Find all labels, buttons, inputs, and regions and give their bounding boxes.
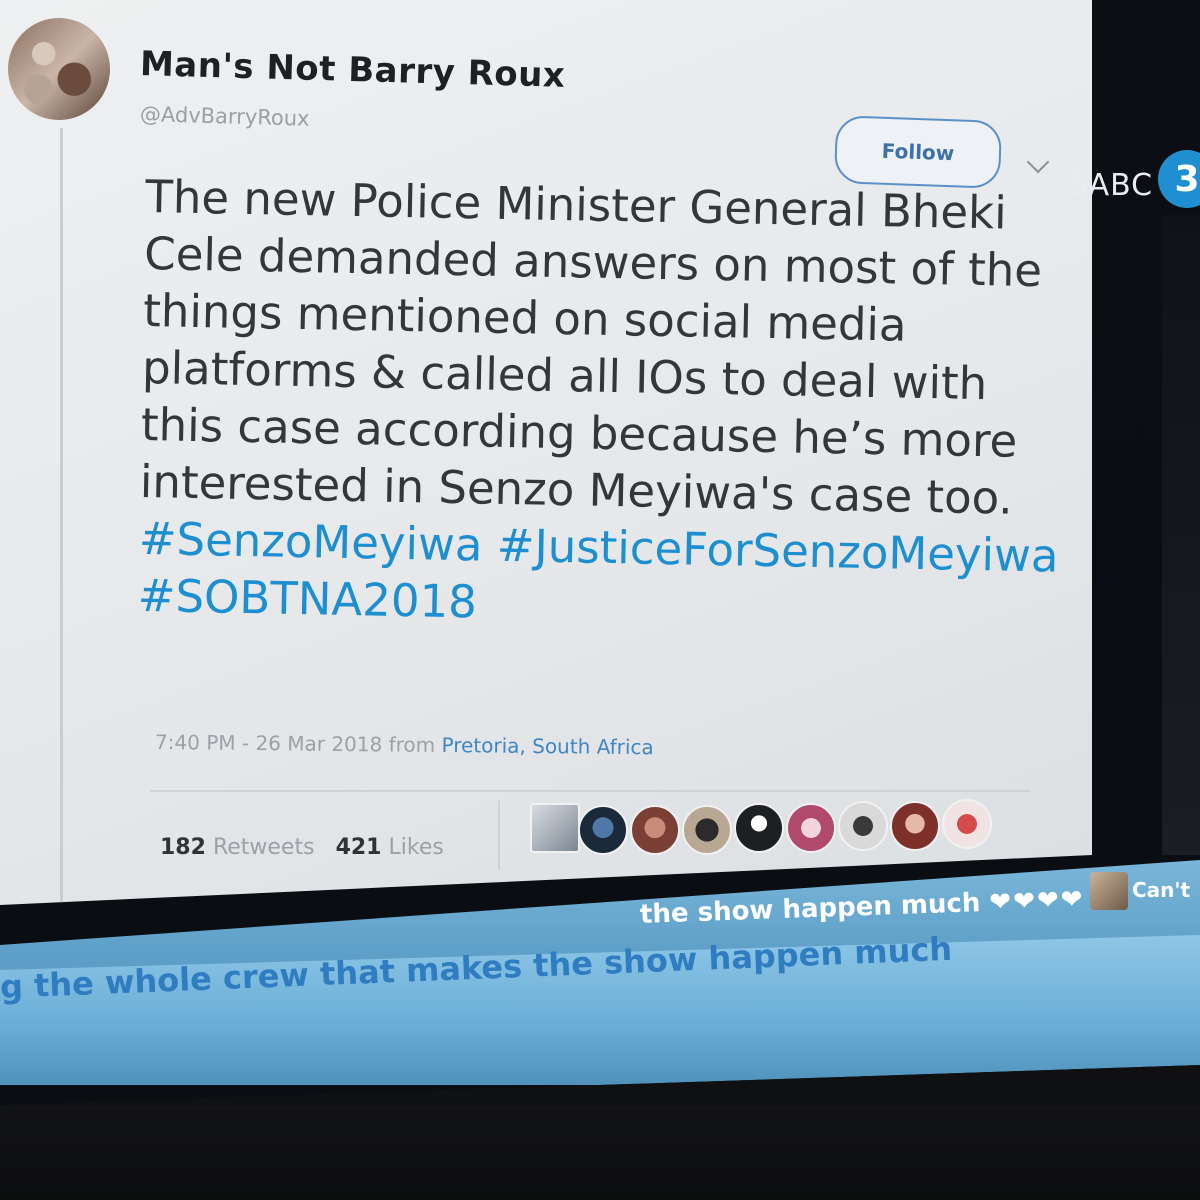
caret-down-icon[interactable] bbox=[1026, 150, 1050, 174]
tweet-location[interactable]: Pretoria, South Africa bbox=[441, 733, 653, 759]
stats-divider bbox=[498, 800, 500, 870]
tweet-text: The new Police Minister General Bheki Ce… bbox=[137, 168, 1059, 641]
tweet-card: Man's Not Barry Roux @AdvBarryRoux Follo… bbox=[0, 0, 1092, 905]
tweet-time[interactable]: 7:40 PM - 26 Mar 2018 bbox=[155, 730, 383, 756]
ticker-next-text: Can't bbox=[1132, 878, 1191, 902]
hashtag-link[interactable]: #SenzoMeyiwa bbox=[138, 512, 483, 572]
liker-avatar[interactable] bbox=[786, 803, 836, 853]
tweet-meta: 7:40 PM - 26 Mar 2018 from Pretoria, Sou… bbox=[155, 730, 654, 759]
liker-avatar[interactable] bbox=[942, 799, 992, 849]
channel-logo-text: SABC bbox=[1068, 168, 1154, 203]
likes-count: 421 bbox=[335, 835, 382, 860]
hashtag-link[interactable]: #JusticeForSenzoMeyiwa bbox=[496, 519, 1059, 583]
likes-stat[interactable]: 421 Likes bbox=[336, 835, 444, 860]
retweets-count: 182 bbox=[160, 835, 206, 860]
tv-bottom-edge bbox=[0, 1105, 1200, 1200]
heart-icon: ❤❤❤❤ bbox=[988, 884, 1086, 918]
side-strip bbox=[1162, 215, 1200, 855]
follow-button[interactable]: Follow bbox=[833, 115, 1003, 189]
likes-label: Likes bbox=[388, 835, 444, 860]
tweet-stats: 182 Retweets 421 Likes bbox=[160, 835, 444, 860]
liker-avatar[interactable] bbox=[578, 805, 628, 855]
retweets-stat[interactable]: 182 Retweets bbox=[160, 835, 322, 860]
liker-avatar[interactable] bbox=[682, 805, 732, 855]
channel-number: 3 bbox=[1174, 158, 1200, 200]
retweets-label: Retweets bbox=[212, 835, 315, 860]
channel-logo: SABC bbox=[1068, 168, 1153, 203]
channel-logo-number: 3 bbox=[1158, 150, 1200, 208]
ticker-avatar bbox=[1090, 872, 1128, 910]
liker-avatar[interactable] bbox=[530, 803, 580, 853]
stats-divider bbox=[150, 790, 1030, 792]
follow-button-label: Follow bbox=[881, 138, 955, 166]
author-name[interactable]: Man's Not Barry Roux bbox=[139, 44, 565, 96]
author-avatar[interactable] bbox=[8, 18, 110, 120]
thread-line bbox=[60, 128, 63, 905]
from-label: from bbox=[388, 732, 436, 757]
hashtag-link[interactable]: #SOBTNA2018 bbox=[137, 569, 477, 628]
liker-avatar[interactable] bbox=[734, 803, 784, 853]
author-handle[interactable]: @AdvBarryRoux bbox=[140, 102, 310, 131]
liker-avatar[interactable] bbox=[890, 801, 940, 851]
tv-screen: Man's Not Barry Roux @AdvBarryRoux Follo… bbox=[0, 0, 1200, 1105]
liker-avatar[interactable] bbox=[630, 805, 680, 855]
liker-avatar[interactable] bbox=[838, 801, 888, 851]
